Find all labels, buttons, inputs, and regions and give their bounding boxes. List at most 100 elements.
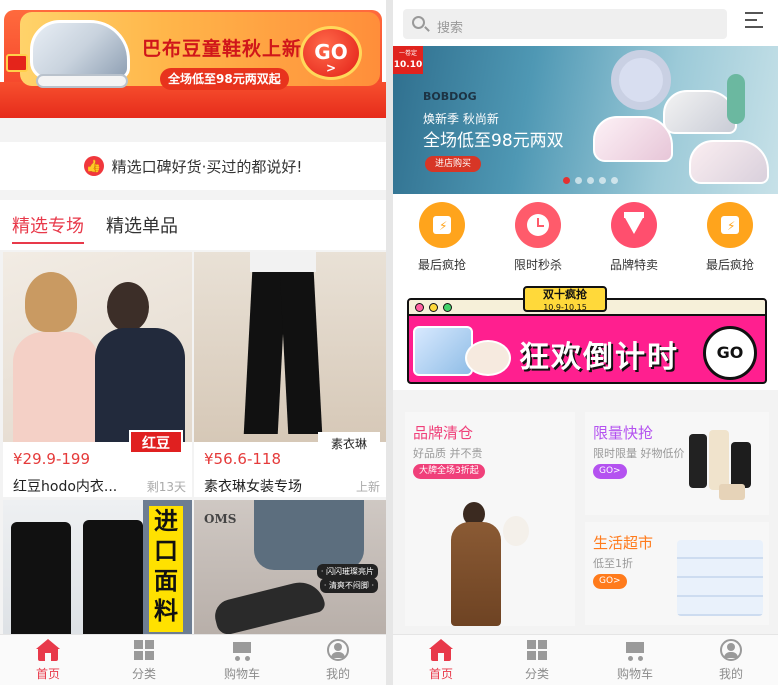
product-image: OMS · 闪闪璀璨亮片 · 清爽不闷脚 · [194, 500, 386, 640]
tab-home[interactable]: 首页 [411, 639, 471, 682]
quick-label: 最后疯抢 [417, 258, 466, 272]
product-card[interactable]: 素衣琳 ¥56.6-118 素衣琳女装专场 上新 [194, 252, 386, 497]
tab-featured-sessions[interactable]: 精选专场 [12, 212, 84, 244]
sneaker-image [30, 20, 130, 80]
promo-go-button[interactable]: GO [703, 326, 757, 380]
product-card[interactable]: OMS · 闪闪璀璨亮片 · 清爽不闷脚 · [194, 500, 386, 640]
product-card[interactable]: 红豆 ¥29.9-199 红豆hodo内衣... 剩13天 [3, 252, 192, 497]
quick-last-rush-2[interactable]: ⚡ 最后疯抢 [695, 202, 765, 273]
hero-line1: 焕新季 秋尚新 [423, 112, 499, 126]
section-title: 品牌清仓 [413, 424, 474, 442]
search-placeholder: 搜索 [437, 21, 464, 36]
left-screen: 巴布豆童鞋秋上新 全场低至98元两双起 GO > 👍 精选口碑好货·买过的都说好… [0, 0, 386, 685]
tab-cart[interactable]: 购物车 [212, 639, 272, 682]
trouser-leg-right [279, 272, 323, 434]
carousel-dot[interactable] [575, 177, 582, 184]
quick-label: 限时秒杀 [513, 258, 562, 272]
quick-brand-sale[interactable]: 品牌特卖 [599, 202, 669, 273]
promo-headline: 狂欢倒计时 [519, 340, 679, 375]
carousel-dot[interactable] [599, 177, 606, 184]
model-navy-pajamas [95, 328, 185, 442]
product-image: 红豆 [3, 252, 192, 454]
home-icon [429, 639, 453, 661]
section-pill: GO> [593, 464, 627, 479]
promo-banner[interactable]: 巴布豆童鞋秋上新 全场低至98元两双起 GO > [0, 0, 386, 118]
tab-label: 分类 [524, 667, 549, 681]
hero-banner[interactable]: 一卷定 10.10 BOBDOG 焕新季 秋尚新 全场低至98元两双 进店购买 [393, 46, 778, 194]
carousel-dot-active[interactable] [563, 177, 570, 184]
skincare-jar [719, 484, 745, 500]
section-desc: 好品质 并不贵 [413, 447, 483, 460]
section-tabs: 精选专场 精选单品 [0, 200, 386, 250]
brand-mark: OMS [204, 512, 237, 526]
tab-cart[interactable]: 购物车 [605, 639, 665, 682]
badge-char: 进 [154, 507, 178, 535]
search-icon [412, 16, 425, 29]
tab-home[interactable]: 首页 [18, 639, 78, 682]
shoe-image [593, 116, 673, 162]
section-desc: 低至1折 [593, 557, 633, 570]
quick-label: 最后疯抢 [705, 258, 754, 272]
carousel-dot[interactable] [587, 177, 594, 184]
tab-profile[interactable]: 我的 [308, 639, 368, 682]
section-life-supermarket[interactable]: 生活超市 低至1折 GO> [585, 522, 769, 625]
tab-label: 首页 [428, 667, 453, 681]
section-brand-clearance[interactable]: 品牌清仓 好品质 并不贵 大牌全场3折起 [405, 412, 575, 626]
shoe-image [689, 140, 769, 184]
import-fabric-badge: 进 口 面 料 [149, 506, 183, 632]
section-limited-rush[interactable]: 限量快抢 限时限量 好物低价 GO> [585, 412, 769, 515]
date-flag: 一卷定 10.10 [393, 46, 423, 74]
carousel-dot[interactable] [611, 177, 618, 184]
bottom-tab-bar: 首页 分类 购物车 我的 [393, 634, 778, 685]
shopping-bag-icon: ⚡ [419, 202, 465, 248]
product-image: 素衣琳 [194, 252, 386, 456]
slogan-text: 精选口碑好货·买过的都说好! [111, 157, 303, 176]
shoe-image [663, 90, 737, 134]
search-input[interactable]: 搜索 [403, 9, 727, 39]
cart-icon [230, 639, 254, 661]
tab-label: 分类 [131, 667, 156, 681]
user-icon [719, 639, 743, 661]
badge-char: 料 [154, 597, 178, 625]
double-ten-label: 双十疯抢 10.9-10.15 [523, 286, 607, 312]
product-price: ¥29.9-199 [13, 450, 90, 468]
user-icon [326, 639, 350, 661]
feature-sticker: · 闪闪璀璨亮片 [316, 564, 378, 579]
decor-cactus [727, 74, 745, 124]
hero-line2: 全场低至98元两双 [423, 131, 564, 151]
cart-icon [623, 639, 647, 661]
banner-go-button[interactable]: GO > [300, 26, 362, 80]
tab-category[interactable]: 分类 [114, 639, 174, 682]
section-title: 生活超市 [593, 534, 654, 552]
quick-last-rush[interactable]: ⚡ 最后疯抢 [407, 202, 477, 273]
shop-now-button[interactable]: 进店购买 [425, 156, 481, 172]
brand-badge: 素衣琳 [318, 432, 380, 456]
model-hair-2 [107, 282, 149, 332]
tab-category[interactable]: 分类 [507, 639, 567, 682]
tab-featured-items[interactable]: 精选单品 [106, 212, 178, 238]
grid-icon [132, 639, 156, 661]
brand-badge: 红豆 [129, 430, 183, 454]
quick-flash-sale[interactable]: 限时秒杀 [503, 202, 573, 273]
skincare-bottle [731, 442, 751, 488]
tab-profile[interactable]: 我的 [701, 639, 761, 682]
skincare-bottle [689, 434, 707, 488]
brown-dress-image [451, 522, 501, 626]
black-shoe [211, 577, 327, 637]
product-card[interactable]: 进 口 面 料 [3, 500, 192, 640]
diamond-icon [611, 202, 657, 248]
gift-icon [6, 54, 28, 72]
product-name: 红豆hodo内衣... [13, 479, 118, 495]
product-image: 进 口 面 料 [3, 500, 192, 640]
grid-icon [525, 639, 549, 661]
top-shirt [250, 252, 316, 272]
cushion-compact-image [465, 340, 511, 376]
flag-top: 一卷定 [398, 50, 417, 57]
countdown-promo-banner[interactable]: 狂欢倒计时 GO 双十疯抢 10.9-10.15 [393, 286, 778, 390]
product-price: ¥56.6-118 [204, 450, 281, 468]
menu-search-icon[interactable] [745, 12, 767, 32]
skincare-bottle [709, 430, 729, 490]
badge-char: 面 [154, 567, 178, 595]
tab-label: 我的 [325, 667, 350, 681]
quick-label: 品牌特卖 [609, 258, 658, 272]
